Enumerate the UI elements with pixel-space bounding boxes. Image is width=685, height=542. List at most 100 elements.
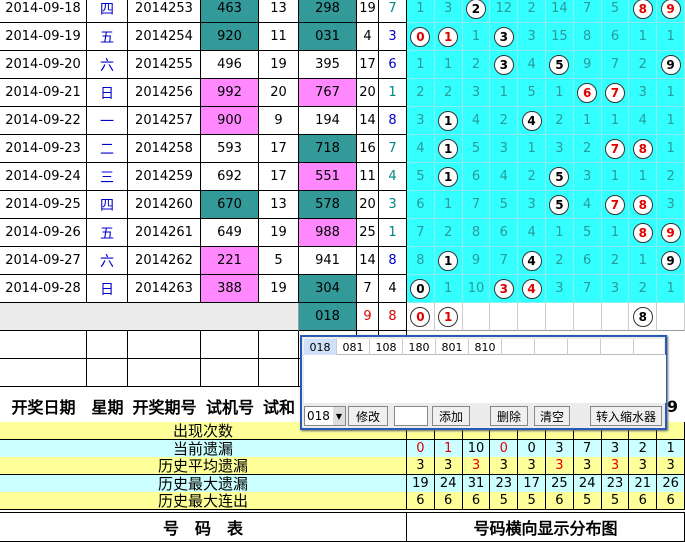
cell-sp: 8 bbox=[379, 107, 407, 135]
cell-test: 670 bbox=[201, 191, 259, 219]
number-input[interactable] bbox=[394, 406, 428, 426]
combination-item[interactable] bbox=[568, 339, 601, 355]
combination-select[interactable]: 018 ▼ bbox=[304, 406, 346, 426]
cell-a: 9 bbox=[259, 107, 299, 135]
prediction-distribution-cell bbox=[546, 303, 574, 331]
distribution-cell: 2 bbox=[518, 163, 546, 191]
combination-item[interactable] bbox=[502, 339, 535, 355]
shrink-button[interactable]: 转入缩水器 bbox=[590, 406, 662, 426]
combination-list-area[interactable] bbox=[304, 355, 666, 403]
distribution-cell: 1 bbox=[657, 135, 685, 163]
stats-value: 5 bbox=[601, 492, 630, 510]
cell-a: 13 bbox=[259, 0, 299, 23]
cell-draw: 988 bbox=[299, 219, 357, 247]
combination-item[interactable] bbox=[535, 339, 568, 355]
combination-item[interactable]: 801 bbox=[436, 339, 469, 355]
stats-value: 0 bbox=[518, 439, 546, 458]
cell-draw: 395 bbox=[299, 51, 357, 79]
distribution-cell: 14 bbox=[546, 0, 574, 23]
distribution-cell: 1 bbox=[601, 219, 630, 247]
distribution-cell: 5 bbox=[546, 163, 574, 191]
prediction-distribution-cell bbox=[657, 303, 685, 331]
prediction-span: 8 bbox=[379, 303, 407, 331]
distribution-cell: 3 bbox=[546, 135, 574, 163]
chevron-down-icon[interactable]: ▼ bbox=[332, 407, 345, 425]
blank-cell bbox=[201, 331, 259, 359]
blank-cell bbox=[0, 331, 87, 359]
cell-test: 593 bbox=[201, 135, 259, 163]
modify-button[interactable]: 修改 bbox=[348, 406, 388, 426]
cell-draw: 767 bbox=[299, 79, 357, 107]
stats-label: 历史最大遗漏 bbox=[0, 474, 407, 493]
prediction-sum: 9 bbox=[357, 303, 379, 331]
number-ball: 1 bbox=[438, 250, 459, 271]
distribution-cell: 1 bbox=[657, 23, 685, 51]
distribution-cell: 2 bbox=[434, 79, 463, 107]
stats-value: 17 bbox=[518, 474, 546, 493]
cell-s: 4 bbox=[357, 23, 379, 51]
stats-value: 31 bbox=[462, 474, 491, 493]
distribution-cell: 4 bbox=[518, 51, 546, 79]
stats-value: 3 bbox=[657, 457, 685, 475]
distribution-cell: 7 bbox=[490, 247, 519, 275]
combination-item[interactable] bbox=[601, 339, 634, 355]
blank-cell bbox=[87, 331, 128, 359]
combination-item[interactable]: 810 bbox=[469, 339, 502, 355]
cell-weekday: 三 bbox=[87, 163, 128, 191]
number-ball: 4 bbox=[521, 278, 542, 299]
stats-value: 26 bbox=[657, 474, 685, 493]
cell-weekday: 六 bbox=[87, 247, 128, 275]
combination-item[interactable]: 108 bbox=[370, 339, 403, 355]
number-ball: 4 bbox=[521, 250, 542, 271]
cell-draw: 031 bbox=[299, 23, 357, 51]
stats-value: 5 bbox=[518, 492, 546, 510]
distribution-cell: 2 bbox=[462, 51, 491, 79]
distribution-cell: 6 bbox=[407, 191, 435, 219]
distribution-cell: 4 bbox=[629, 107, 658, 135]
cell-test: 920 bbox=[201, 23, 259, 51]
distribution-cell: 1 bbox=[629, 247, 658, 275]
cell-test: 649 bbox=[201, 219, 259, 247]
distribution-cell: 1 bbox=[657, 275, 685, 303]
add-button[interactable]: 添加 bbox=[432, 406, 470, 426]
footer-distribution: 号码横向显示分布图 bbox=[407, 512, 685, 542]
clear-button[interactable]: 清空 bbox=[534, 406, 570, 426]
combination-item[interactable]: 018 bbox=[304, 339, 337, 355]
prediction-distribution-cell: 0 bbox=[407, 303, 435, 331]
cell-s: 25 bbox=[357, 219, 379, 247]
number-ball: 5 bbox=[549, 54, 570, 75]
prediction-ball: 1 bbox=[438, 306, 459, 327]
distribution-cell: 1 bbox=[518, 135, 546, 163]
cell-test: 900 bbox=[201, 107, 259, 135]
blank-cell bbox=[201, 359, 259, 387]
distribution-cell: 2 bbox=[657, 163, 685, 191]
stats-value: 6 bbox=[434, 492, 463, 510]
blank-cell bbox=[0, 359, 87, 387]
cell-sp: 1 bbox=[379, 79, 407, 107]
cell-test: 463 bbox=[201, 0, 259, 23]
cell-draw: 941 bbox=[299, 247, 357, 275]
distribution-cell: 1 bbox=[629, 23, 658, 51]
stats-value: 6 bbox=[657, 492, 685, 510]
cell-s: 16 bbox=[357, 135, 379, 163]
distribution-cell: 3 bbox=[518, 23, 546, 51]
delete-button[interactable]: 删除 bbox=[490, 406, 528, 426]
cell-issue: 2014263 bbox=[128, 275, 201, 303]
stats-value: 3 bbox=[546, 457, 574, 475]
cell-test: 992 bbox=[201, 79, 259, 107]
cell-a: 19 bbox=[259, 219, 299, 247]
combination-item[interactable]: 180 bbox=[403, 339, 436, 355]
cell-weekday: 四 bbox=[87, 191, 128, 219]
distribution-cell: 1 bbox=[434, 51, 463, 79]
distribution-cell: 12 bbox=[490, 0, 519, 23]
cell-weekday: 四 bbox=[87, 0, 128, 23]
distribution-cell: 5 bbox=[462, 135, 491, 163]
distribution-cell: 3 bbox=[434, 0, 463, 23]
stats-label: 历史平均遗漏 bbox=[0, 457, 407, 475]
distribution-cell: 2 bbox=[546, 107, 574, 135]
distribution-cell: 7 bbox=[573, 0, 602, 23]
prediction-blank bbox=[0, 303, 299, 331]
combination-item[interactable]: 081 bbox=[337, 339, 370, 355]
prediction-distribution-cell bbox=[573, 303, 602, 331]
cell-weekday: 六 bbox=[87, 51, 128, 79]
